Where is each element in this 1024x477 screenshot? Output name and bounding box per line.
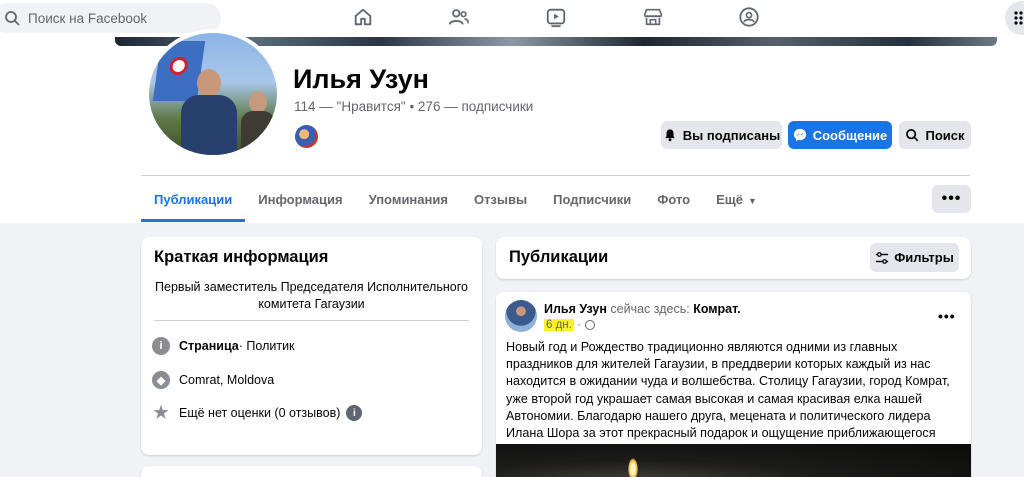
header-divider [141, 175, 970, 176]
page-category-row: i Страница · Политик [152, 337, 295, 355]
location-pin-icon: ◆ [152, 371, 170, 389]
groups-icon[interactable] [738, 6, 762, 30]
tab-more-label: Ещё [716, 192, 743, 207]
profile-search-button[interactable]: Поиск [899, 121, 971, 149]
rating-row: ★ Ещё нет оценки (0 отзывов) i [152, 403, 363, 422]
marketplace-icon[interactable] [642, 6, 666, 30]
tab-photos[interactable]: Фото [644, 186, 703, 222]
tab-mentions[interactable]: Упоминания [356, 186, 461, 222]
top-navigation-bar: Поиск на Facebook [0, 0, 1024, 37]
more-options-button[interactable]: ••• [932, 185, 971, 213]
post-meta-separator: · [577, 319, 581, 331]
watch-icon[interactable] [545, 6, 569, 30]
post-card: Илья Узун сейчас здесь: Комрат. 6 дн. · … [496, 292, 971, 477]
location-row[interactable]: ◆ Comrat, Moldova [152, 371, 274, 389]
search-icon [906, 129, 919, 142]
friends-icon[interactable] [448, 6, 472, 30]
post-timestamp[interactable]: 6 дн. [544, 319, 574, 331]
subscribed-label: Вы подписаны [682, 127, 781, 143]
profile-search-label: Поиск [925, 127, 965, 143]
profile-stats[interactable]: 114 — "Нравится" • 276 — подписчики [294, 99, 533, 114]
likes-label: — "Нравится" • [315, 99, 418, 114]
likes-count: 114 [294, 99, 316, 114]
globe-icon [584, 320, 595, 330]
tab-followers[interactable]: Подписчики [540, 186, 644, 222]
search-box[interactable]: Поиск на Facebook [0, 3, 221, 33]
search-icon [4, 10, 20, 26]
tab-about[interactable]: Информация [245, 186, 355, 222]
post-meta: 6 дн. · [544, 319, 595, 331]
rating-info-icon[interactable]: i [346, 405, 363, 421]
posts-title: Публикации [509, 248, 609, 266]
intro-card: Краткая информация Первый заместитель Пр… [141, 237, 482, 455]
search-input[interactable]: Поиск на Facebook [28, 11, 147, 26]
followers-label: — подписчики [440, 99, 534, 114]
post-text: Новый год и Рождество традиционно являют… [506, 340, 950, 457]
tab-more[interactable]: Ещё ▼ [703, 186, 770, 222]
intro-bio: Первый заместитель Председателя Исполнит… [155, 280, 468, 311]
subscribed-button[interactable]: Вы подписаны [661, 121, 782, 149]
bell-icon [664, 129, 675, 142]
profile-tabs: Публикации Информация Упоминания Отзывы … [141, 186, 770, 222]
post-author[interactable]: Илья Узун [544, 302, 607, 316]
intro-title: Краткая информация [154, 248, 329, 266]
filters-label: Фильтры [894, 250, 954, 265]
post-photo[interactable] [496, 444, 971, 477]
menu-grid-icon[interactable] [1005, 1, 1024, 35]
tab-posts[interactable]: Публикации [141, 186, 246, 222]
profile-name: Илья Узун [293, 64, 429, 94]
messenger-icon [793, 128, 806, 142]
caret-down-icon: ▼ [747, 196, 757, 206]
posts-header-card: Публикации Фильтры [496, 237, 971, 279]
rating-text: Ещё нет оценки (0 отзывов) [179, 406, 341, 420]
page-category-prefix: Страница [179, 339, 239, 353]
post-checkin-text: сейчас здесь: [606, 302, 694, 316]
filter-sliders-icon [876, 251, 889, 264]
tab-reviews[interactable]: Отзывы [461, 186, 540, 222]
post-author-avatar[interactable] [505, 300, 537, 332]
message-label: Сообщение [812, 127, 888, 143]
mutual-follower-avatar[interactable] [294, 124, 319, 149]
info-icon: i [152, 337, 170, 355]
profile-avatar[interactable] [145, 29, 281, 159]
second-card [141, 466, 482, 477]
followers-count: 276 [417, 99, 441, 114]
post-place[interactable]: Комрат. [693, 302, 740, 316]
home-icon[interactable] [352, 6, 376, 30]
intro-divider [154, 320, 469, 321]
post-menu-button[interactable]: ••• [938, 308, 956, 324]
post-header: Илья Узун сейчас здесь: Комрат. [544, 302, 741, 316]
location-text: Comrat, Moldova [179, 373, 275, 387]
page-category-value: · Политик [238, 339, 295, 353]
filters-button[interactable]: Фильтры [870, 243, 959, 272]
star-icon: ★ [153, 403, 169, 422]
message-button[interactable]: Сообщение [788, 121, 892, 149]
